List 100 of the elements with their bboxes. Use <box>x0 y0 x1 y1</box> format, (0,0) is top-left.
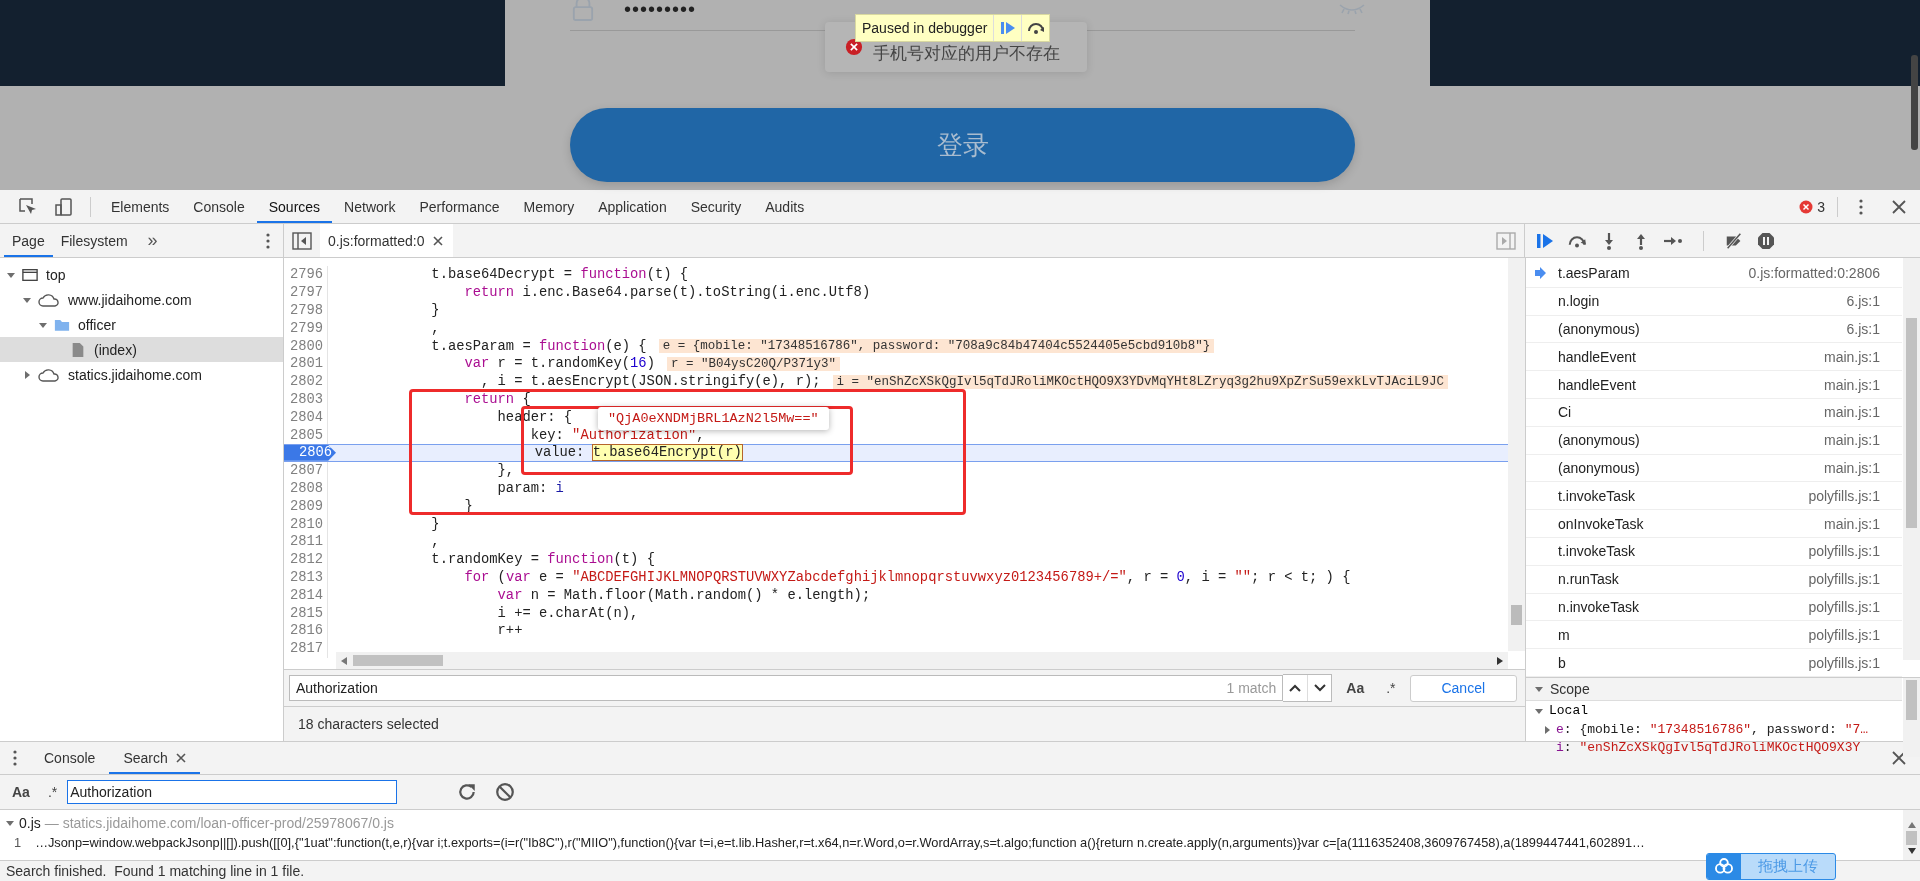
code-line: t.base64Decrypt = function(t) { <box>430 267 689 283</box>
panel-tab[interactable]: Network <box>332 190 408 223</box>
panel-tab[interactable]: Memory <box>511 190 587 223</box>
tree-item[interactable]: (index) <box>0 337 283 362</box>
tree-item[interactable]: statics.jidaihome.com <box>0 362 283 387</box>
close-icon[interactable] <box>432 235 443 246</box>
code-line: t.aesParam = function(e) { <box>430 338 647 354</box>
caret-icon <box>5 818 15 828</box>
find-field[interactable]: Authorization 1 match <box>289 675 1284 701</box>
call-frame[interactable]: handleEvent main.js:1 <box>1526 343 1902 372</box>
call-frame[interactable]: m polyfills.js:1 <box>1526 621 1902 650</box>
call-frame[interactable]: b polyfills.js:1 <box>1526 649 1902 677</box>
match-count: 1 match <box>1226 680 1277 696</box>
vertical-scrollbar[interactable] <box>1903 677 1920 757</box>
inline-value: i = "enShZcXSkQgIvl5qTdJRoliMKOctHQO9X3YDvMqYHt8LZryq3g2hu9XpZrSu59exkLvTJAciL9JC <box>832 374 1449 389</box>
call-frame[interactable]: n.runTask polyfills.js:1 <box>1526 565 1902 594</box>
call-frame[interactable]: (anonymous) 6.js:1 <box>1526 315 1902 344</box>
search-result[interactable]: 1 …Jsonp=window.webpackJsonp||[]).push([[0],{"1uat":function(t,e,r){var i;t.exports=(i=r("Ib8C"),r("MIIO"),function(){var t=i,e=t.lib.Hasher,r=t.x64,n=r.Word,o=r.WordArray,s=t.algo;function a(){return n.create.apply(n,arguments)}var c=[a(1116352408,3609767458),a(1899447441,602891… <box>0 832 1902 852</box>
chevron-up-icon <box>1289 684 1302 692</box>
code-line: var n = Math.floor(Math.random() * e.length); <box>496 587 871 603</box>
scroll-left-icon[interactable] <box>341 656 347 665</box>
call-frame[interactable]: t.invokeTask polyfills.js:1 <box>1526 537 1902 566</box>
password-field[interactable]: ••••••••• <box>624 0 697 21</box>
scope-section-header[interactable]: Scope <box>1526 677 1902 701</box>
cloud-icon <box>38 291 60 308</box>
regex-toggle[interactable]: .* <box>39 784 66 800</box>
tree-item[interactable]: officer <box>0 312 283 337</box>
panel-tab[interactable]: Security <box>678 190 754 223</box>
scope-variable[interactable]: e: {mobile: "17348516786", password: "7… <box>1526 720 1902 739</box>
error-count[interactable]: 3 <box>1817 198 1825 215</box>
next-match-button[interactable] <box>1307 675 1332 701</box>
call-frame[interactable]: (anonymous) main.js:1 <box>1526 426 1902 455</box>
tree-item[interactable]: www.jidaihome.com <box>0 287 283 312</box>
call-frame[interactable]: n.login 6.js:1 <box>1526 287 1902 316</box>
panel-tab[interactable]: Console <box>181 190 257 223</box>
navigator-tab[interactable]: Page <box>4 224 53 257</box>
code-line: for (var e = "ABCDEFGHIJKLMNOPQRSTUVWXYZabcdefghijklmnopqrstuvwxyz0123456789+/=", r = 0, i = ""; r < t; ) { <box>463 569 1351 585</box>
match-case-toggle[interactable]: Aa <box>4 784 38 800</box>
clear-icon[interactable] <box>495 782 516 802</box>
result-file[interactable]: 0.js — statics.jidaihome.com/loan-officer-prod/25978067/0.js <box>0 814 1902 832</box>
file-tab[interactable]: 0.js:formatted:0 <box>320 224 453 257</box>
deactivate-breakpoints-icon[interactable] <box>1724 231 1744 250</box>
horizontal-scrollbar[interactable] <box>336 652 1508 669</box>
device-icon[interactable] <box>54 196 74 217</box>
frame-icon <box>22 266 38 283</box>
vertical-scrollbar[interactable] <box>1903 258 1920 660</box>
cancel-button[interactable]: Cancel <box>1409 674 1517 702</box>
search-field[interactable]: Authorization <box>67 780 398 804</box>
scroll-up-icon[interactable] <box>1907 822 1916 828</box>
navigator-tab[interactable]: Filesystem <box>52 224 136 257</box>
scroll-down-icon[interactable] <box>1907 848 1916 854</box>
close-icon[interactable] <box>175 753 186 763</box>
value-tooltip: "QjA0eXNDMjBRL1AzN2l5Mw==" <box>598 407 829 431</box>
more-tabs-button[interactable]: » <box>147 230 158 251</box>
paused-text: Paused in debugger <box>861 20 989 36</box>
call-frame[interactable]: onInvokeTask main.js:1 <box>1526 510 1902 538</box>
close-icon[interactable] <box>1892 198 1906 215</box>
call-frame[interactable]: Ci main.js:1 <box>1526 399 1902 427</box>
previous-match-button[interactable] <box>1283 675 1308 701</box>
code-line: return { <box>463 391 531 407</box>
code-line: , i = t.aesEncrypt(JSON.stringify(e), r); <box>480 374 821 390</box>
match-case-toggle[interactable]: Aa <box>1338 680 1373 696</box>
scope-variable[interactable]: i: "enShZcXSkQgIvl5qTdJRoliMKOctHQO9X3Y <box>1526 738 1902 757</box>
call-frame[interactable]: n.invokeTask polyfills.js:1 <box>1526 593 1902 622</box>
tree-item[interactable]: top <box>0 262 283 287</box>
code-line: return i.enc.Base64.parse(t).toString(i.enc.Utf8) <box>463 285 871 301</box>
file-icon <box>70 341 86 358</box>
call-frame[interactable]: t.invokeTask polyfills.js:1 <box>1526 482 1902 511</box>
code-line: param: i <box>496 480 564 496</box>
code-line: t.randomKey = function(t) { <box>430 552 655 568</box>
call-frame[interactable]: t.aesParam 0.js:formatted:0:2806 <box>1526 260 1902 288</box>
panel-tab[interactable]: Audits <box>753 190 817 223</box>
code-line: i += e.charAt(n), <box>496 605 639 621</box>
call-frame[interactable]: (anonymous) main.js:1 <box>1526 454 1902 483</box>
line-number[interactable]: 2806 <box>284 444 336 461</box>
regex-toggle[interactable]: .* <box>1378 680 1404 696</box>
pause-on-exceptions-icon[interactable] <box>1756 231 1776 250</box>
error-icon <box>1799 199 1814 214</box>
code-line: , <box>430 320 440 336</box>
sidebar-toggle-icon[interactable] <box>292 230 312 251</box>
chevron-down-icon <box>1313 684 1326 692</box>
scroll-right-icon[interactable] <box>1497 656 1503 665</box>
vertical-scrollbar[interactable] <box>1903 810 1920 860</box>
code-editor[interactable] <box>284 258 1525 669</box>
close-icon[interactable] <box>1892 750 1906 766</box>
refresh-icon[interactable] <box>457 782 478 802</box>
cloud-icon <box>38 366 60 383</box>
panel-tab[interactable]: Elements <box>99 190 182 223</box>
panel-tab[interactable]: Performance <box>407 190 512 223</box>
panel-tab[interactable]: Application <box>586 190 679 223</box>
scrollbar[interactable] <box>1911 55 1918 150</box>
resume-icon[interactable] <box>1535 231 1555 250</box>
call-frame[interactable]: handleEvent main.js:1 <box>1526 371 1902 399</box>
sidebar-toggle-icon[interactable] <box>1496 230 1516 251</box>
drawer-tab[interactable]: Console <box>30 742 110 774</box>
code-line: } <box>430 303 440 318</box>
code-line: value: t.base64Encrypt(r) <box>533 445 742 461</box>
vertical-scrollbar[interactable] <box>1508 258 1525 651</box>
code-line: , <box>430 534 440 550</box>
scope-group[interactable]: Local <box>1526 700 1902 721</box>
